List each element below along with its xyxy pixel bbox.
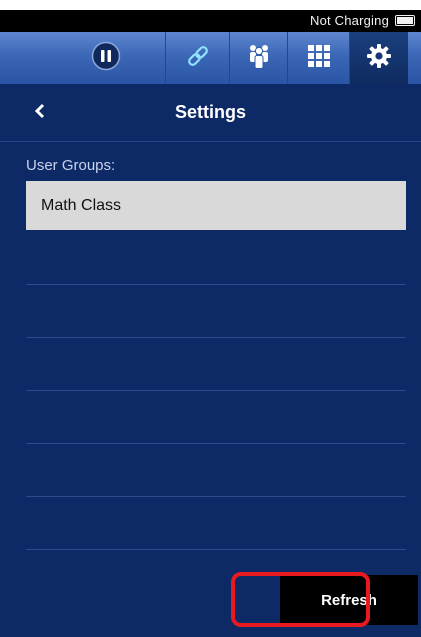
tab-pause[interactable] — [47, 32, 165, 84]
page-title: Settings — [174, 102, 246, 122]
list-item-empty — [26, 285, 406, 338]
battery-icon — [395, 15, 415, 26]
gear-icon — [366, 43, 392, 74]
tab-settings[interactable] — [349, 32, 408, 84]
user-group-list: Math Class — [26, 181, 406, 550]
list-item-empty — [26, 391, 406, 444]
group-icon — [246, 42, 272, 75]
tab-grid[interactable] — [287, 32, 349, 84]
nav-bar: Settings — [0, 84, 421, 142]
highlight-annotation — [231, 572, 370, 627]
tab-link[interactable] — [165, 32, 229, 84]
grid-icon — [307, 44, 330, 72]
charging-status-text: Not Charging — [310, 13, 389, 28]
list-item-empty — [26, 338, 406, 391]
list-item-empty — [26, 497, 406, 550]
content-area: User Groups: Math Class Refresh — [0, 142, 421, 637]
list-item-math-class[interactable]: Math Class — [26, 181, 406, 232]
settings-screen: Not Charging Settings User Groups: Math … — [0, 0, 421, 637]
link-icon — [184, 42, 212, 75]
list-item-label: Math Class — [41, 196, 122, 214]
list-item-empty — [26, 232, 406, 285]
user-groups-label: User Groups: — [26, 157, 116, 174]
list-item-empty — [26, 444, 406, 497]
tab-group[interactable] — [229, 32, 287, 84]
pause-icon — [91, 41, 121, 76]
tab-bar — [0, 32, 421, 84]
status-bar: Not Charging — [0, 10, 421, 32]
